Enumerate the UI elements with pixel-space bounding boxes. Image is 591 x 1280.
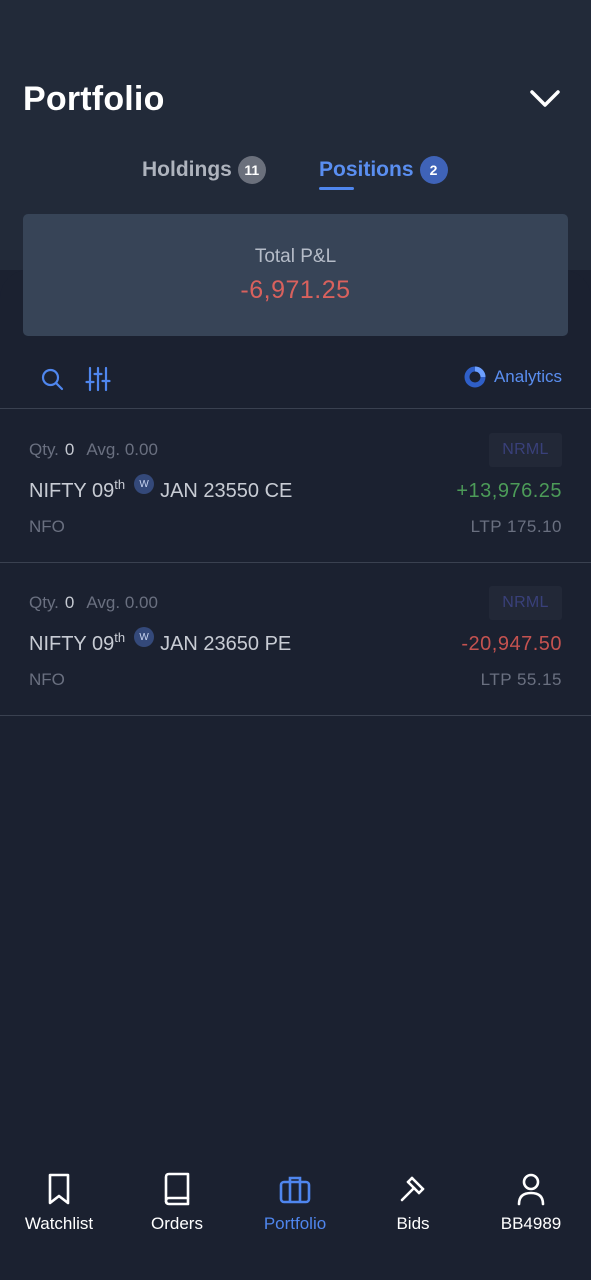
avg-price: Avg. 0.00 xyxy=(86,440,158,459)
weekly-badge: W xyxy=(134,474,155,494)
app: Portfolio Holdings 11 Positions 2 Total … xyxy=(0,0,591,1280)
exchange-label: NFO xyxy=(29,517,65,536)
nav-label: Orders xyxy=(151,1214,203,1233)
nav-label: Bids xyxy=(396,1214,430,1233)
tab-label: Positions xyxy=(319,158,414,181)
position-pnl: +13,976.25 xyxy=(456,480,562,502)
divider xyxy=(0,408,591,409)
nav-item-watchlist[interactable]: Watchlist xyxy=(0,1172,118,1252)
gavel-icon xyxy=(400,1176,425,1202)
qty-value: 0 xyxy=(64,593,75,612)
symbol-prefix: NIFTY 09 xyxy=(29,480,115,502)
filter-icon[interactable] xyxy=(85,366,111,392)
symbol-suffix: JAN 23650 PE xyxy=(160,633,292,655)
total-pnl-card: Total P&L -6,971.25 xyxy=(23,214,568,336)
analytics-label: Analytics xyxy=(493,367,562,386)
total-pnl-label: Total P&L xyxy=(254,245,337,267)
qty-info: Qty. 0 Avg. 0.00 xyxy=(29,440,158,460)
search-icon[interactable] xyxy=(40,367,64,391)
nav-label: Portfolio xyxy=(263,1214,327,1233)
tab-label: Holdings xyxy=(142,158,232,181)
active-tab-indicator xyxy=(319,187,354,190)
nav-label: Watchlist xyxy=(24,1214,94,1233)
total-pnl-value: -6,971.25 xyxy=(240,275,351,304)
symbol-suffix-sup: th xyxy=(114,630,126,645)
count-badge: 11 xyxy=(237,156,266,184)
product-tag: NRML xyxy=(489,433,562,467)
qty-label: Qty. xyxy=(29,593,59,612)
qty-value: 0 xyxy=(64,440,75,459)
page-title: Portfolio xyxy=(23,80,165,118)
positions-toolbar: Analytics xyxy=(0,358,591,398)
count-badge: 2 xyxy=(419,156,448,184)
instrument-symbol: NIFTY 09th W JAN 23650 PE xyxy=(29,627,292,656)
book-icon xyxy=(164,1172,190,1206)
avg-price: Avg. 0.00 xyxy=(86,593,158,612)
nav-item-portfolio[interactable]: Portfolio xyxy=(236,1172,354,1252)
qty-label: Qty. xyxy=(29,440,59,459)
symbol-suffix-sup: th xyxy=(114,477,126,492)
tab-positions[interactable]: Positions 2 xyxy=(319,148,448,192)
divider xyxy=(0,715,591,716)
nav-label: BB4989 xyxy=(500,1214,562,1233)
nav-item-bids[interactable]: Bids xyxy=(354,1172,472,1252)
nav-item-profile[interactable]: BB4989 xyxy=(472,1172,590,1252)
analytics-button[interactable]: Analytics xyxy=(464,366,562,388)
position-pnl: -20,947.50 xyxy=(461,633,562,655)
chevron-down-icon[interactable] xyxy=(526,84,564,114)
qty-info: Qty. 0 Avg. 0.00 xyxy=(29,593,158,613)
position-row[interactable]: Qty. 0 Avg. 0.00 NRML NIFTY 09th W JAN 23650… xyxy=(0,563,591,715)
position-row[interactable]: Qty. 0 Avg. 0.00 NRML NIFTY 09th W JAN 23550… xyxy=(0,410,591,562)
ltp-value: LTP 55.15 xyxy=(480,670,562,689)
instrument-symbol: NIFTY 09th W JAN 23550 CE xyxy=(29,474,293,503)
portfolio-tabs: Holdings 11 Positions 2 xyxy=(0,148,591,192)
bottom-nav: Watchlist Orders Portfolio Bids BB4989 xyxy=(0,1160,591,1280)
symbol-suffix: JAN 23550 CE xyxy=(160,480,293,502)
symbol-prefix: NIFTY 09 xyxy=(29,633,115,655)
bookmark-icon xyxy=(48,1173,70,1205)
product-tag: NRML xyxy=(489,586,562,620)
analytics-icon xyxy=(464,366,486,388)
user-icon xyxy=(517,1173,545,1206)
weekly-badge: W xyxy=(134,627,155,647)
briefcase-icon xyxy=(279,1176,311,1204)
ltp-value: LTP 175.10 xyxy=(470,517,562,536)
nav-item-orders[interactable]: Orders xyxy=(118,1172,236,1252)
exchange-label: NFO xyxy=(29,670,65,689)
tab-holdings[interactable]: Holdings 11 xyxy=(142,148,266,192)
